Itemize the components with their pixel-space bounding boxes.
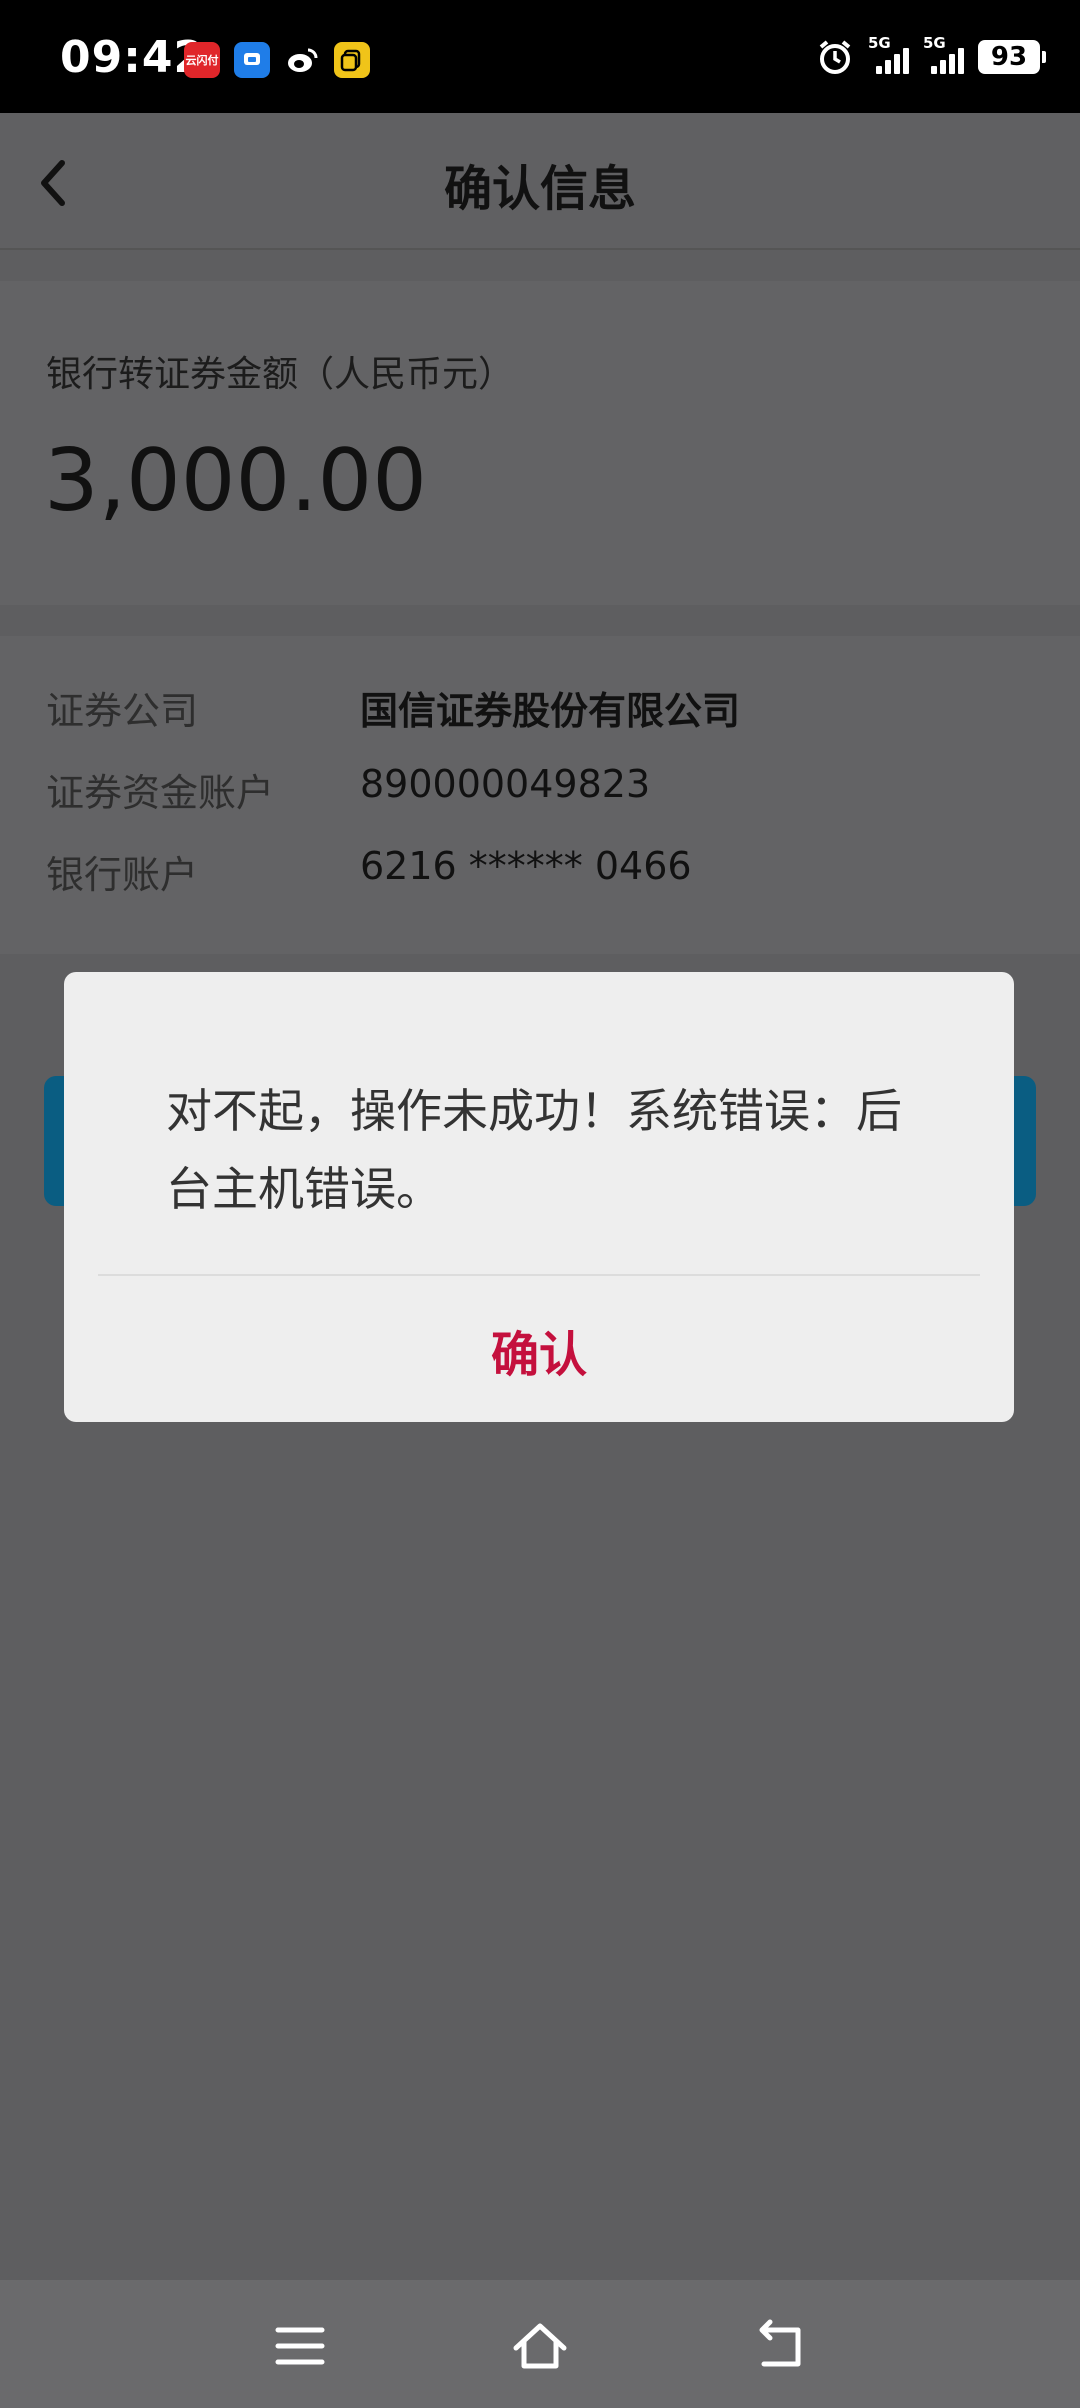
status-bar: 09:42 云闪付 5G 5G 93 [0,0,1080,113]
signal-icon-2: 5G [923,34,964,74]
page-title: 确认信息 [443,161,636,217]
chat-app-icon [234,42,270,78]
error-message: 对不起，操作未成功！系统错误：后台主机错误。 [166,1084,902,1216]
error-dialog: 对不起，操作未成功！系统错误：后台主机错误。 确认 [64,972,1014,1422]
menu-icon[interactable] [270,2316,330,2376]
dialog-divider [98,1274,980,1276]
system-nav-bar [0,2280,1080,2408]
system-icons: 5G 5G 93 [816,34,1046,76]
unionpay-app-icon: 云闪付 [184,42,220,78]
detail-value: 890000049823 [360,762,651,806]
home-icon[interactable] [510,2316,570,2376]
notification-icons: 云闪付 [184,42,370,78]
amount-value: 3,000.00 [44,431,427,531]
transfer-amount-card: 银行转证券金额（人民币元） 3,000.00 [0,281,1080,605]
detail-value: 6216 ****** 0466 [360,844,692,888]
detail-value: 国信证券股份有限公司 [360,689,741,733]
dialog-confirm-button[interactable]: 确认 [64,1278,1014,1422]
alarm-icon [819,40,851,74]
weibo-icon [284,42,320,78]
amount-label: 银行转证券金额（人民币元） [46,354,515,395]
detail-key: 证券资金账户 [46,771,275,815]
detail-key: 银行账户 [46,853,199,897]
signal-icon-1: 5G [868,34,909,74]
battery-indicator: 93 [978,40,1046,74]
account-details-card: 证券公司 国信证券股份有限公司 证券资金账户 890000049823 银行账户… [0,636,1080,954]
detail-key: 证券公司 [46,689,199,733]
top-app-bar: 确认信息 [0,113,1080,250]
back-icon[interactable] [750,2316,810,2376]
files-app-icon [334,42,370,78]
